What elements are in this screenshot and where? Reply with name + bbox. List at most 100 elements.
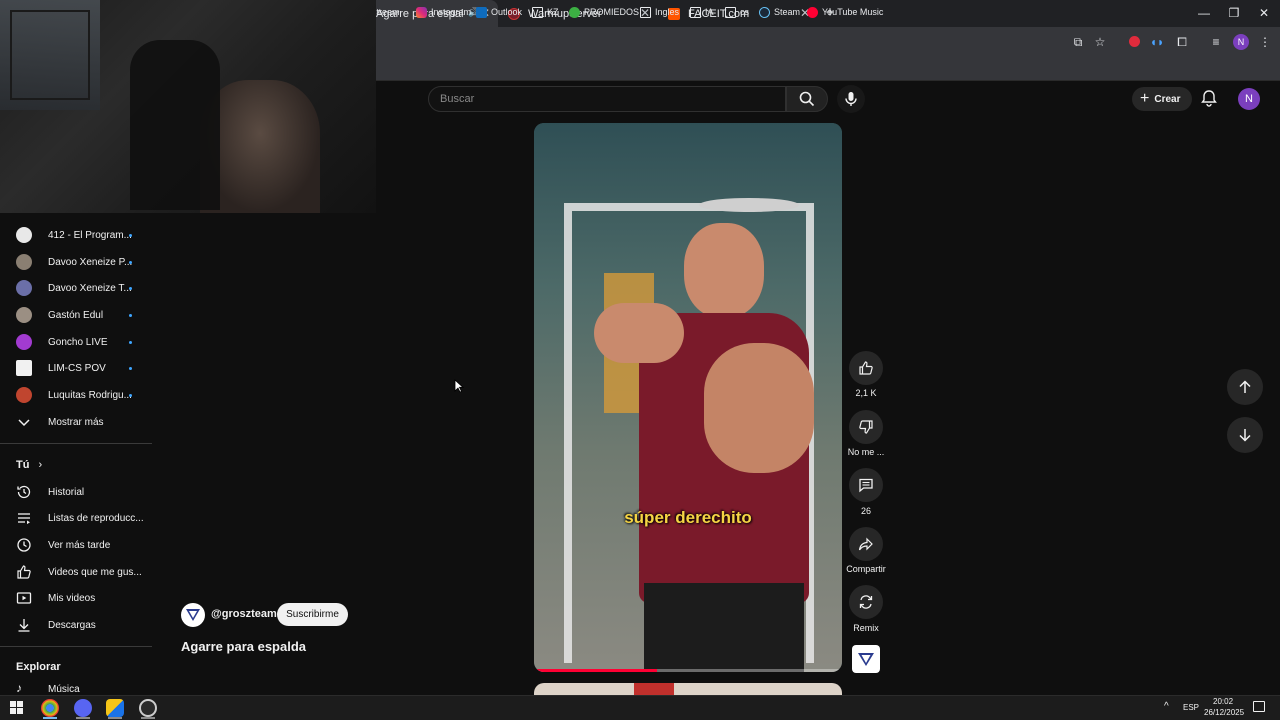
subscribe-button[interactable]: Suscribirme xyxy=(277,603,348,626)
install-app-icon[interactable]: ⧉ xyxy=(1070,34,1086,50)
thumbs-down-icon xyxy=(859,420,873,434)
bookmark-youtube-music[interactable]: YouTube Music xyxy=(807,4,883,20)
remix-button[interactable] xyxy=(849,585,883,619)
input-language[interactable]: ESP xyxy=(1183,703,1199,712)
sidebar-subscription[interactable]: Goncho LIVE xyxy=(0,329,152,355)
mouse-cursor-icon xyxy=(454,379,464,393)
sidebar-item-downloads[interactable]: Descargas xyxy=(0,612,152,638)
channel-name: Gastón Edul xyxy=(48,309,104,321)
sidebar-item-playlists[interactable]: Listas de reproducc... xyxy=(0,505,152,531)
app-taskbar-icon[interactable] xyxy=(106,699,124,717)
search-icon xyxy=(799,91,815,107)
next-short-preview[interactable] xyxy=(534,683,842,695)
bookmark-kz[interactable]: KZ xyxy=(532,4,559,20)
window-frame xyxy=(10,10,90,100)
video-progress-bar[interactable] xyxy=(534,669,842,672)
outlook-icon xyxy=(476,6,487,18)
minimize-button[interactable]: — xyxy=(1189,4,1219,22)
tray-chevron-up-icon[interactable]: ^ xyxy=(1164,701,1169,712)
bookmark-label: stream xyxy=(372,7,400,17)
explore-section-title: Explorar xyxy=(16,661,61,673)
running-app-indicator xyxy=(141,717,155,719)
sidebar-item-liked-videos[interactable]: Videos que me gus... xyxy=(0,559,152,585)
you-section-title[interactable]: Tú › xyxy=(16,459,42,471)
bookmark-promiedos[interactable]: PROMIEDOS xyxy=(569,4,639,20)
bookmark-label: Steam xyxy=(774,7,801,17)
bookmark-ingles[interactable]: Ingles xyxy=(640,4,679,20)
channel-avatar xyxy=(16,387,32,403)
channel-name: Davoo Xeneize T... xyxy=(48,282,132,294)
like-button[interactable] xyxy=(849,351,883,385)
sidebar-subscription[interactable]: Luquitas Rodrigu... xyxy=(0,382,152,408)
bookmark-stream[interactable]: stream xyxy=(372,4,400,20)
sidebar-item-music[interactable]: ♪ Música xyxy=(0,679,152,695)
bookmark-outlook[interactable]: Outlook xyxy=(476,4,522,20)
sound-channel-thumbnail[interactable] xyxy=(852,645,880,673)
sidebar-item-watch-later[interactable]: Ver más tarde xyxy=(0,532,152,558)
new-content-dot xyxy=(129,393,132,397)
thumbs-up-icon xyxy=(859,361,873,375)
sidebar-subscription[interactable]: Davoo Xeneize P... xyxy=(0,249,152,275)
dislike-button[interactable] xyxy=(849,410,883,444)
folder-icon xyxy=(532,6,543,18)
discord-taskbar-icon[interactable] xyxy=(74,699,92,717)
sidebar-item-label: Listas de reproducc... xyxy=(48,512,144,524)
previous-short-button[interactable] xyxy=(1227,369,1263,405)
channel-avatar[interactable] xyxy=(181,603,205,627)
search-button[interactable] xyxy=(786,86,828,112)
show-more-button[interactable]: Mostrar más xyxy=(0,409,152,435)
extension-red-icon[interactable] xyxy=(1126,34,1142,50)
clock-date[interactable]: 26/12/2025 xyxy=(1204,708,1244,717)
search-input[interactable]: Buscar xyxy=(428,86,786,112)
person-head xyxy=(684,223,764,318)
share-arrow-icon xyxy=(858,537,873,551)
comments-button[interactable] xyxy=(849,468,883,502)
menu-kebab-icon[interactable]: ⋮ xyxy=(1257,34,1273,50)
restore-button[interactable]: ❐ xyxy=(1219,4,1249,22)
bookmark-label: YouTube Music xyxy=(822,7,884,17)
folder-icon xyxy=(640,6,651,18)
channel-handle[interactable]: @groszteam xyxy=(211,608,277,620)
close-window-button[interactable]: ✕ xyxy=(1249,4,1279,22)
sidebar-item-my-videos[interactable]: Mis videos xyxy=(0,585,152,611)
create-button[interactable]: + Crear xyxy=(1132,87,1192,111)
sidebar-subscription[interactable]: Davoo Xeneize T... xyxy=(0,275,152,301)
bookmark-label: Instagram xyxy=(431,7,472,17)
media-control-icon[interactable]: ≡ xyxy=(1208,34,1224,50)
comments-count: 26 xyxy=(860,506,871,516)
windows-start-button[interactable] xyxy=(10,701,23,714)
bookmark-ia[interactable]: IA xyxy=(690,4,714,20)
bookmark-cs[interactable]: cs xyxy=(725,4,749,20)
groszteam-logo-icon xyxy=(858,653,874,666)
channel-name: Goncho LIVE xyxy=(48,336,108,348)
chrome-taskbar-icon[interactable] xyxy=(41,699,59,717)
sidebar-divider xyxy=(0,443,152,444)
weight-plate xyxy=(699,198,799,212)
sidebar-item-history[interactable]: Historial xyxy=(0,479,152,505)
sidebar-subscription[interactable]: 412 - El Program... xyxy=(0,222,152,248)
bookmark-instagram[interactable]: Instagram xyxy=(416,4,471,20)
sidebar-subscription[interactable]: Gastón Edul xyxy=(0,302,152,328)
extensions-puzzle-icon[interactable]: ⧠ xyxy=(1174,34,1190,50)
folder-icon xyxy=(725,6,736,18)
windows-logo-icon xyxy=(10,701,23,714)
notifications-button[interactable] xyxy=(1200,89,1220,109)
bookmark-label: Ingles xyxy=(655,7,680,17)
clock-time[interactable]: 20:02 xyxy=(1213,697,1233,706)
sidebar-subscription[interactable]: LIM-CS POV xyxy=(0,355,152,381)
like-icon xyxy=(17,565,31,579)
short-video-player[interactable]: súper derechito xyxy=(534,123,842,672)
bookmark-label: KZ xyxy=(547,7,559,17)
steam-icon xyxy=(759,6,770,18)
dislike-label: No me ... xyxy=(847,447,885,457)
account-avatar[interactable]: N xyxy=(1238,88,1260,110)
notification-center-icon[interactable] xyxy=(1253,701,1265,712)
share-button[interactable] xyxy=(849,527,883,561)
profile-avatar-button[interactable]: N xyxy=(1233,34,1249,50)
extension-audio-icon[interactable]: ◖◗ xyxy=(1149,34,1165,50)
bookmark-star-icon[interactable]: ☆ xyxy=(1092,34,1108,50)
bookmark-steam[interactable]: Steam xyxy=(759,4,800,20)
steam-taskbar-icon[interactable] xyxy=(139,699,157,717)
next-short-button[interactable] xyxy=(1227,417,1263,453)
voice-search-button[interactable] xyxy=(837,85,865,113)
